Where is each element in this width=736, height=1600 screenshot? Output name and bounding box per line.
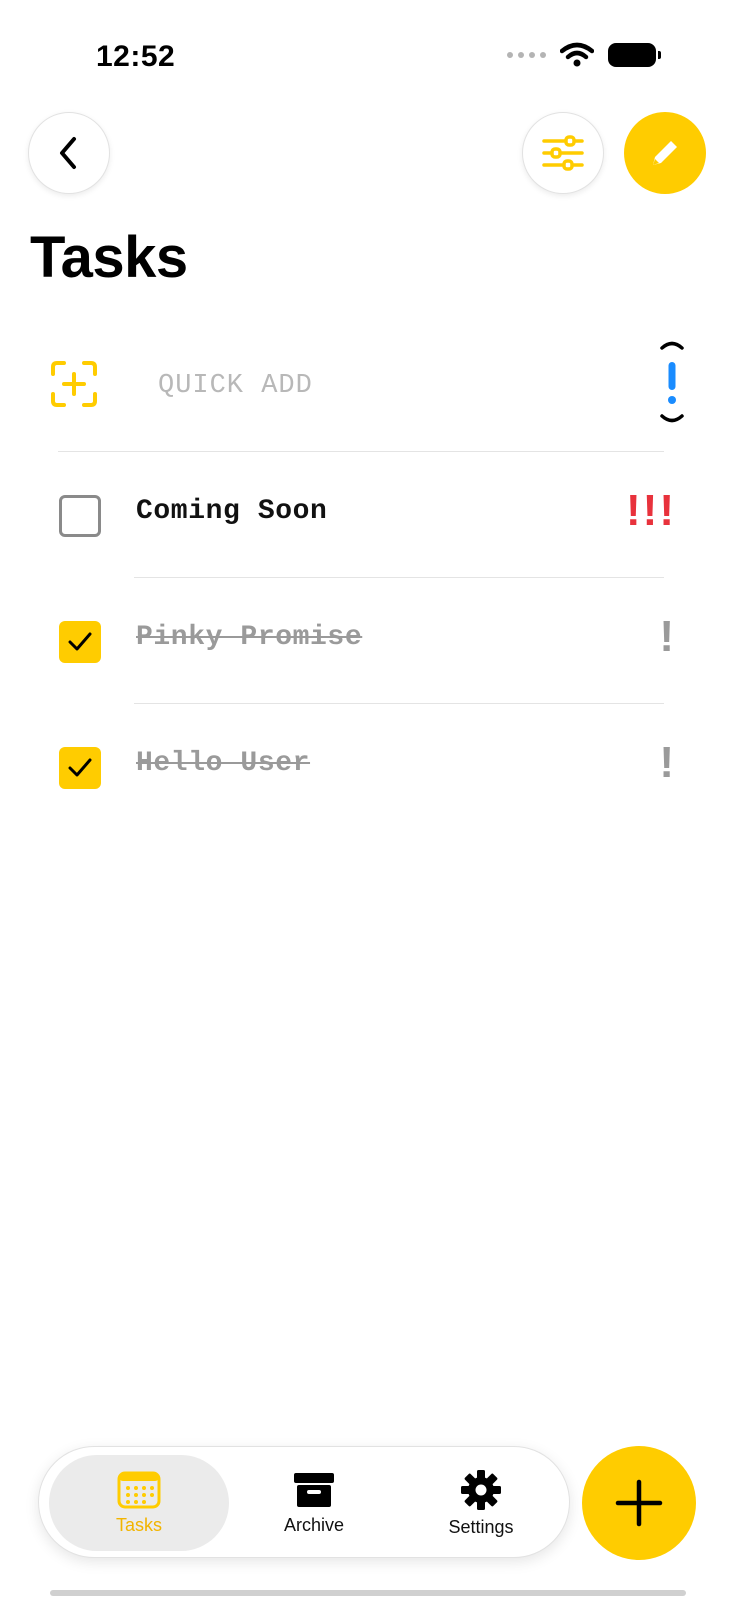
task-priority[interactable]: ! — [659, 612, 676, 662]
archive-box-icon — [294, 1472, 334, 1507]
tab-settings[interactable]: Settings — [401, 1455, 561, 1551]
add-task-button[interactable] — [582, 1446, 696, 1560]
quick-add-input[interactable] — [158, 364, 578, 408]
task-checkbox[interactable] — [59, 747, 101, 789]
battery-icon — [608, 43, 661, 67]
status-time: 12:52 — [96, 40, 176, 73]
task-checkbox[interactable] — [59, 621, 101, 663]
task-priority[interactable]: ! — [659, 738, 676, 788]
task-priority[interactable]: !!! — [626, 486, 676, 536]
wifi-icon — [560, 42, 594, 67]
checkmark-icon — [68, 758, 92, 777]
plus-icon — [615, 1479, 663, 1527]
page-title: Tasks — [30, 225, 188, 290]
cellular-signal-icon — [507, 52, 546, 58]
sliders-icon — [542, 135, 584, 171]
tab-tasks[interactable]: Tasks — [49, 1455, 229, 1551]
gear-icon — [461, 1469, 501, 1510]
task-row[interactable]: Pinky Promise ! — [0, 578, 736, 706]
tab-label: Tasks — [115, 1514, 162, 1535]
calendar-icon — [117, 1471, 161, 1508]
pencil-icon — [653, 141, 677, 165]
home-indicator — [50, 1590, 686, 1596]
task-title: Pinky Promise — [136, 622, 363, 653]
checkmark-icon — [68, 632, 92, 651]
quick-add-icon[interactable] — [50, 360, 98, 408]
tab-bar: Tasks Archive Settings — [38, 1446, 570, 1558]
tab-label: Archive — [283, 1514, 345, 1535]
task-row[interactable]: Hello User ! — [0, 704, 736, 832]
task-title: Coming Soon — [136, 496, 328, 527]
back-button[interactable] — [28, 112, 110, 194]
status-icons — [507, 42, 661, 68]
priority-stepper[interactable] — [654, 340, 690, 432]
tab-label: Settings — [448, 1516, 514, 1537]
tab-archive[interactable]: Archive — [239, 1455, 389, 1551]
filter-button[interactable] — [522, 112, 604, 194]
task-checkbox[interactable] — [59, 495, 101, 537]
chevron-left-icon — [60, 137, 76, 169]
edit-button[interactable] — [624, 112, 706, 194]
task-row[interactable]: Coming Soon !!! — [0, 452, 736, 580]
task-title: Hello User — [136, 748, 311, 779]
